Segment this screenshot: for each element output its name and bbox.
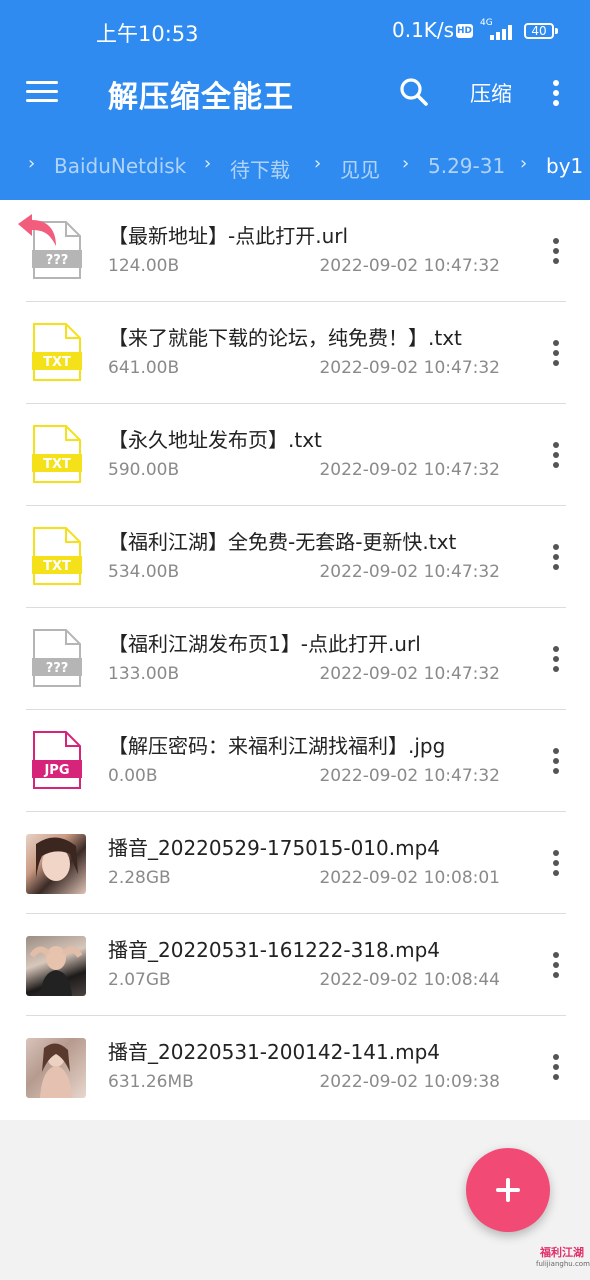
file-size: 2.07GB — [108, 970, 171, 990]
file-size: 0.00B — [108, 766, 158, 786]
file-date: 2022-09-02 10:47:32 — [319, 562, 500, 582]
more-vert-icon[interactable] — [548, 746, 564, 776]
file-size: 124.00B — [108, 256, 180, 276]
file-date: 2022-09-02 10:09:38 — [319, 1072, 500, 1092]
file-name: 播音_20220531-200142-141.mp4 — [108, 1040, 441, 1064]
video-thumbnail — [26, 834, 86, 894]
file-name: 【最新地址】-点此打开.url — [108, 224, 349, 248]
file-row[interactable]: JPG 【解压密码：来福利江湖找福利】.jpg 0.00B 2022-09-02… — [0, 710, 590, 812]
file-badge: TXT — [43, 457, 71, 472]
status-time: 上午10:53 — [96, 22, 199, 46]
file-row[interactable]: 播音_20220531-200142-141.mp4 631.26MB 2022… — [0, 1016, 590, 1118]
breadcrumb: › BaiduNetdisk › 待下载 › 见见 › 5.29-31 › by… — [0, 146, 590, 190]
file-row[interactable]: TXT 【来了就能下载的论坛，纯免费！】.txt 641.00B 2022-09… — [0, 302, 590, 404]
video-thumbnail — [26, 936, 86, 996]
breadcrumb-item[interactable]: 见见 — [340, 154, 380, 183]
file-date: 2022-09-02 10:08:44 — [319, 970, 500, 990]
hamburger-menu-icon[interactable] — [26, 79, 58, 105]
file-size: 534.00B — [108, 562, 180, 582]
txt-file-icon: TXT — [32, 425, 82, 483]
file-badge: ??? — [46, 661, 69, 676]
file-size: 641.00B — [108, 358, 180, 378]
status-bar: 上午10:53 0.1K/s HD 4G 40 — [0, 0, 590, 62]
file-row[interactable]: TXT 【福利江湖】全免费-无套路-更新快.txt 534.00B 2022-0… — [0, 506, 590, 608]
chevron-right-icon: › — [314, 153, 322, 174]
file-name: 播音_20220529-175015-010.mp4 — [108, 836, 441, 860]
add-button[interactable] — [466, 1148, 550, 1232]
file-name: 播音_20220531-161222-318.mp4 — [108, 938, 441, 962]
watermark-text: 福利江湖 — [540, 1246, 584, 1259]
file-badge: ??? — [46, 253, 69, 268]
breadcrumb-item-current[interactable]: by1 — [546, 154, 583, 178]
file-row[interactable]: 播音_20220531-161222-318.mp4 2.07GB 2022-0… — [0, 914, 590, 1016]
file-date: 2022-09-02 10:08:01 — [319, 868, 500, 888]
file-badge: TXT — [43, 559, 71, 574]
search-icon[interactable] — [398, 76, 430, 108]
watermark-logo: 福利江湖 fulijianghu.com — [536, 1244, 590, 1278]
file-name: 【来了就能下载的论坛，纯免费！】.txt — [108, 326, 462, 350]
file-row[interactable]: ??? 【最新地址】-点此打开.url 124.00B 2022-09-02 1… — [0, 200, 590, 302]
file-date: 2022-09-02 10:47:32 — [319, 256, 500, 276]
more-vert-icon[interactable] — [548, 950, 564, 980]
file-row[interactable]: ??? 【福利江湖发布页1】-点此打开.url 133.00B 2022-09-… — [0, 608, 590, 710]
chevron-right-icon: › — [520, 153, 528, 174]
hd-icon: HD — [456, 24, 473, 38]
breadcrumb-item[interactable]: 待下载 — [230, 154, 290, 183]
file-row[interactable]: 播音_20220529-175015-010.mp4 2.28GB 2022-0… — [0, 812, 590, 914]
more-vert-icon[interactable] — [548, 78, 564, 108]
chevron-right-icon: › — [28, 153, 36, 174]
txt-file-icon: TXT — [32, 527, 82, 585]
unknown-file-icon: ??? — [32, 629, 82, 687]
more-vert-icon[interactable] — [548, 848, 564, 878]
file-badge: JPG — [43, 763, 69, 778]
video-thumbnail — [26, 1038, 86, 1098]
file-date: 2022-09-02 10:47:32 — [319, 358, 500, 378]
battery-tip — [555, 28, 558, 34]
more-vert-icon[interactable] — [548, 1052, 564, 1082]
file-size: 590.00B — [108, 460, 180, 480]
more-vert-icon[interactable] — [548, 236, 564, 266]
file-date: 2022-09-02 10:47:32 — [319, 664, 500, 684]
file-date: 2022-09-02 10:47:32 — [319, 766, 500, 786]
battery-icon: 40 — [524, 23, 554, 39]
file-name: 【福利江湖发布页1】-点此打开.url — [108, 632, 421, 656]
compress-button[interactable]: 压缩 — [470, 78, 512, 108]
jpg-file-icon: JPG — [32, 731, 82, 789]
app-title: 解压缩全能王 — [108, 80, 294, 115]
breadcrumb-item[interactable]: 5.29-31 — [428, 154, 505, 178]
file-row[interactable]: TXT 【永久地址发布页】.txt 590.00B 2022-09-02 10:… — [0, 404, 590, 506]
chevron-right-icon: › — [402, 153, 410, 174]
file-list: ??? 【最新地址】-点此打开.url 124.00B 2022-09-02 1… — [0, 200, 590, 1120]
file-size: 631.26MB — [108, 1072, 194, 1092]
file-name: 【福利江湖】全免费-无套路-更新快.txt — [108, 530, 457, 554]
more-vert-icon[interactable] — [548, 542, 564, 572]
more-vert-icon[interactable] — [548, 338, 564, 368]
file-size: 133.00B — [108, 664, 180, 684]
txt-file-icon: TXT — [32, 323, 82, 381]
network-speed: 0.1K/s — [392, 18, 455, 42]
watermark-url: fulijianghu.com — [536, 1260, 590, 1268]
more-vert-icon[interactable] — [548, 644, 564, 674]
more-vert-icon[interactable] — [548, 440, 564, 470]
signal-icon — [490, 24, 516, 40]
toolbar: 解压缩全能王 压缩 — [0, 62, 590, 122]
breadcrumb-item[interactable]: BaiduNetdisk — [54, 154, 186, 178]
add-icon — [506, 1178, 510, 1202]
shortcut-arrow-icon — [18, 214, 56, 246]
file-badge: TXT — [43, 355, 71, 370]
file-name: 【解压密码：来福利江湖找福利】.jpg — [108, 734, 446, 758]
chevron-right-icon: › — [204, 153, 212, 174]
file-size: 2.28GB — [108, 868, 171, 888]
app-bar: 上午10:53 0.1K/s HD 4G 40 解压缩全能王 压缩 › Baid… — [0, 0, 590, 200]
file-date: 2022-09-02 10:47:32 — [319, 460, 500, 480]
file-name: 【永久地址发布页】.txt — [108, 428, 322, 452]
